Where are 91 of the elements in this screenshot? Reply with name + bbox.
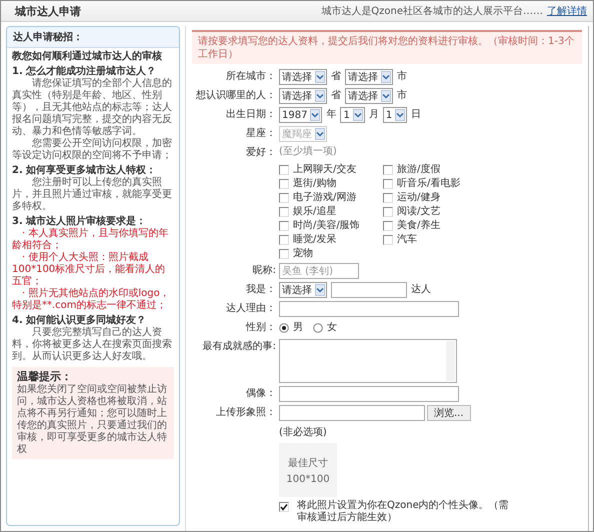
notice-text: 请按要求填写您的达人资料，提交后我们将对您的资料进行审核。（审核时间：1-3个工作日）: [192, 30, 582, 64]
warning-text: · 本人真实照片，且与你填写的年龄相符合；: [12, 228, 170, 252]
unit-label: 省: [331, 88, 341, 103]
paragraph: 请您保证填写的全部个人信息的真实性（特别是年龄、地区、性别等），且无其他站点的标志等；达人报名问题填写完整，提交的内容无反动、暴力和色情等敏感字词。: [12, 78, 173, 138]
checkbox-label: 将此照片设置为你在Qzone内的个性头像。（需审核通过后方能生效）: [297, 500, 509, 524]
checkbox-label: 娱乐/追星: [293, 205, 336, 218]
radio-label: 女: [327, 321, 337, 335]
checkbox[interactable]: [383, 234, 393, 244]
dropdown[interactable]: 请选择: [345, 88, 393, 104]
text-area[interactable]: [279, 339, 457, 383]
details-link[interactable]: 了解详情: [547, 4, 587, 18]
unit-label: 年: [326, 108, 336, 122]
text-field[interactable]: [279, 301, 459, 317]
preview-text: 最佳尺寸: [288, 456, 328, 470]
section-title: 3. 城市达人照片审核要求是：: [12, 216, 148, 228]
checkbox-label: 汽车: [397, 233, 417, 246]
suffix-label: 达人: [411, 282, 431, 297]
scrollbar: [446, 341, 455, 381]
warning-text: · 使用个人大头照：照片截成100*100标准尺寸后，能看清人的五官；: [12, 252, 166, 288]
paragraph: 您注册时可以上传您的真实照片，并且照片通过审核，就能享受更多特权。: [12, 177, 173, 213]
checkbox-label: 睡觉/发呆: [293, 233, 336, 246]
dropdown[interactable]: 请选择: [279, 88, 327, 104]
unit-label: 日: [411, 108, 422, 122]
checkbox[interactable]: [383, 220, 393, 230]
checkbox-label: 时尚/美容/服饰: [293, 219, 360, 232]
checkbox-label: 阅读/文艺: [397, 205, 440, 218]
radio-label: 男: [293, 321, 303, 335]
checkbox-label: 旅游/度假: [397, 163, 440, 176]
section-title: 1. 怎么才能成功注册城市达人？: [12, 66, 158, 78]
checkbox-label: 美食/养生: [397, 219, 440, 232]
checkbox-label: 逛街/购物: [293, 177, 336, 190]
text-field[interactable]: 吴鱼 (李钊): [279, 263, 359, 279]
checkbox[interactable]: [279, 164, 289, 174]
section-title: 2. 如何享受更多城市达人特权：: [12, 165, 158, 176]
section-title: 4. 如何能认识更多同城好友？: [12, 315, 148, 326]
text-field[interactable]: [331, 282, 407, 298]
unit-label: 省: [331, 70, 341, 84]
sidebar-title: 达人申请秘招：: [7, 27, 179, 48]
checkbox-label: 宠物: [293, 247, 313, 260]
checkbox-label: 运动/健身: [397, 191, 440, 204]
checkbox[interactable]: [279, 234, 289, 244]
sidebar-heading: 教您如何顺利通过城市达人的审核: [12, 51, 163, 63]
field-label: 最有成就感的事:: [202, 340, 277, 354]
field-label: 星座：: [245, 126, 277, 141]
browse-button[interactable]: 浏览...: [427, 405, 471, 421]
warning-text: · 照片无其他站点的水印或logo，特别是**.com的标志一律不通过；: [12, 288, 171, 312]
checkbox[interactable]: [279, 192, 289, 202]
unit-label: 市: [397, 88, 407, 103]
field-label: 达人理由：: [225, 302, 277, 316]
unit-label: 月: [368, 108, 379, 122]
optional-note: (非必选项): [279, 426, 328, 439]
radio-button[interactable]: [279, 323, 289, 333]
tip-text: 如果您关闭了空间或空间被禁止访问，城市达人资格也将被取消，站点将不再另行通知；您可以随时上传您的真实照片，只要通过我们的审核，即可享受更多的城市达人特权: [17, 384, 168, 456]
checkbox-label: 电子游戏/网游: [293, 191, 356, 204]
unit-label: 市: [397, 70, 407, 84]
hint-text: (至少填一项): [279, 145, 338, 159]
checkbox[interactable]: [279, 248, 289, 258]
checkbox[interactable]: [279, 178, 289, 188]
field-label: 性别：: [244, 320, 277, 335]
field-label: 我是：: [245, 282, 277, 297]
checkbox[interactable]: [383, 178, 393, 188]
checkbox[interactable]: [383, 164, 393, 174]
dropdown[interactable]: 1987: [279, 107, 322, 123]
checkbox[interactable]: [279, 220, 289, 230]
tip-title: 温馨提示：: [17, 370, 73, 384]
checkbox[interactable]: [279, 502, 289, 512]
field-label: 上传形象照：: [215, 406, 277, 420]
checkbox[interactable]: [279, 206, 289, 216]
preview-text: 100*100: [286, 474, 330, 484]
field-label: 想认识哪里的人：: [195, 88, 277, 103]
checkbox-label: 听音乐/看电影: [397, 177, 460, 190]
page-title: 城市达人申请: [15, 4, 81, 18]
paragraph: 只要您完整填写自己的达人资料，你将被更多达人在搜索页面搜索到。从而认识更多达人好友哦。: [12, 327, 173, 363]
paragraph: 您需要公开空间访问权限，加密等设定访问权限的空间将不予申请；: [12, 138, 173, 162]
field-label: 所在城市：: [225, 70, 277, 84]
file-path-field[interactable]: [279, 405, 425, 421]
dropdown[interactable]: 1: [382, 107, 408, 123]
dropdown[interactable]: 请选择: [279, 282, 327, 298]
checkbox-label: 上网聊天/交友: [293, 163, 356, 176]
field-label: 爱好：: [245, 146, 277, 160]
field-label: 偶像：: [245, 387, 277, 401]
radio-button[interactable]: [313, 323, 323, 333]
field-label: 昵称:: [252, 264, 277, 278]
text-field[interactable]: [279, 386, 459, 402]
dropdown[interactable]: 1: [340, 107, 365, 123]
dropdown[interactable]: 请选择: [345, 69, 393, 85]
checkbox[interactable]: [383, 206, 393, 216]
field-label: 出生日期：: [225, 108, 277, 122]
dropdown[interactable]: 请选择: [279, 69, 327, 85]
tagline: 城市达人是Qzone社区各城市的达人展示平台……: [321, 4, 543, 18]
checkbox[interactable]: [383, 192, 393, 202]
